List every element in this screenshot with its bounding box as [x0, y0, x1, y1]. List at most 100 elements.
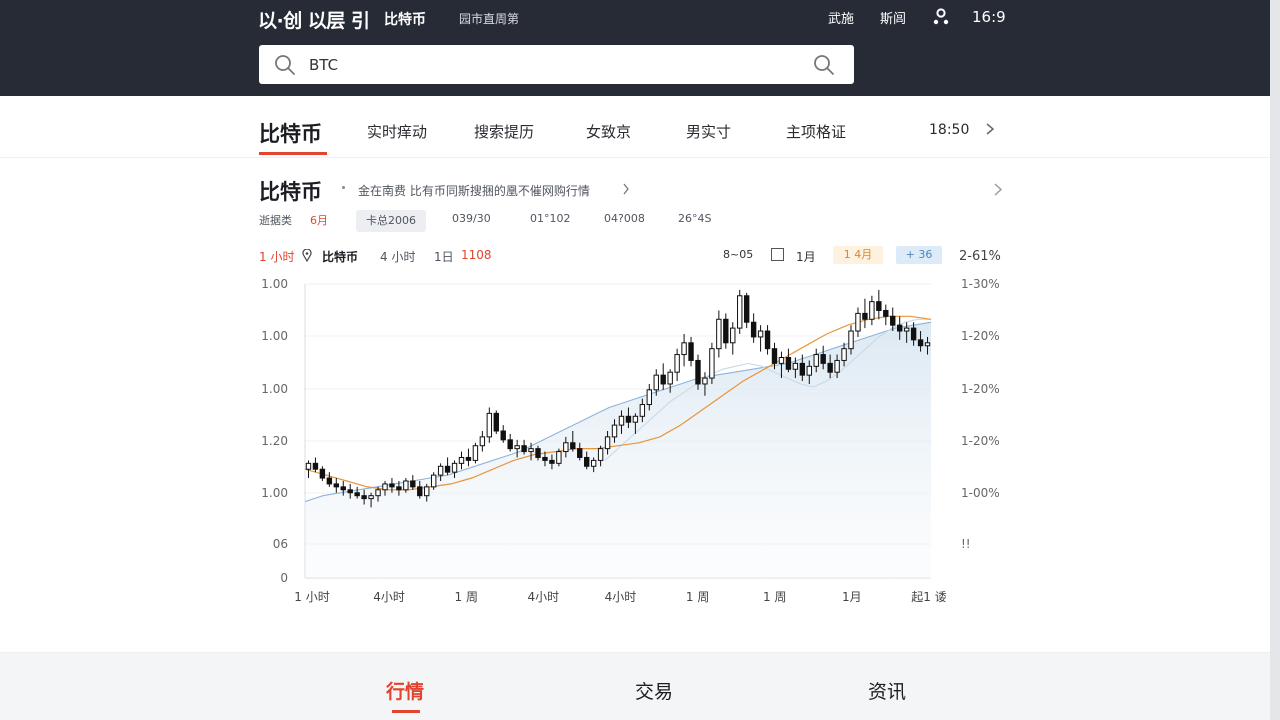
- candle-body: [340, 486, 346, 491]
- price-chart[interactable]: 1.00 1.00 1.00 1.20 1.00 06 0 1-30% 1-20% 1-20% 1-…: [0, 0, 1270, 650]
- bottom-nav-trade[interactable]: 交易: [635, 677, 673, 704]
- candle-body: [597, 448, 604, 461]
- candle-body: [841, 348, 847, 361]
- candle-body: [417, 486, 423, 497]
- candle-body: [778, 357, 785, 364]
- candle-body: [855, 312, 861, 332]
- y-tick-label-right: 1-20%: [961, 329, 1000, 343]
- y-tick-label-right: 1-20%: [961, 382, 1000, 396]
- candle-body: [716, 318, 722, 350]
- candle-body: [451, 462, 458, 473]
- candle-body: [897, 324, 903, 332]
- scrollbar[interactable]: [1270, 0, 1280, 720]
- candle-body: [743, 295, 750, 323]
- y-tick-label-right: !!: [961, 537, 971, 551]
- candle-body: [910, 327, 917, 341]
- candle-body: [862, 312, 868, 320]
- candle-body: [799, 362, 806, 376]
- candle-body: [646, 389, 652, 406]
- y-tick-label-right: 1-30%: [961, 277, 1000, 291]
- candle-body: [611, 424, 618, 438]
- candle-body: [507, 439, 513, 450]
- candle-body: [444, 465, 451, 473]
- y-tick-label-right: 1-20%: [961, 434, 1000, 448]
- candle-body: [577, 448, 583, 458]
- y-tick-label: 06: [273, 537, 288, 551]
- candle-body: [375, 489, 381, 497]
- x-tick-label: 4小时: [528, 590, 560, 604]
- candle-body: [674, 354, 680, 373]
- candle-body: [667, 371, 673, 385]
- candle-body: [333, 483, 340, 488]
- x-tick-label: 1 周: [455, 590, 478, 604]
- candle-body: [903, 327, 910, 332]
- candle-body: [618, 415, 625, 426]
- x-tick-label: 1 小时: [294, 590, 329, 604]
- candle-body: [521, 445, 527, 453]
- candle-body: [389, 483, 395, 488]
- y-tick-label: 1.20: [261, 434, 288, 448]
- candle-body: [702, 377, 708, 385]
- candle-body: [890, 315, 896, 326]
- x-tick-label: 1 周: [686, 590, 709, 604]
- candle-body: [688, 342, 694, 361]
- candle-body: [396, 486, 402, 491]
- candle-body: [792, 362, 799, 370]
- candle-body: [848, 330, 854, 350]
- candle-body: [354, 492, 360, 497]
- candle-body: [368, 495, 374, 500]
- candle-body: [319, 468, 326, 479]
- candle-body: [883, 309, 889, 317]
- candle-body: [653, 374, 659, 391]
- candle-body: [737, 295, 743, 329]
- candle-body: [535, 448, 541, 458]
- candle-body: [924, 342, 931, 347]
- candle-body: [458, 456, 465, 464]
- candle-body: [347, 489, 353, 494]
- candle-body: [472, 445, 479, 461]
- candle-body: [437, 465, 444, 476]
- x-tick-label: 4小时: [373, 590, 405, 604]
- y-tick-label: 1.00: [261, 486, 288, 500]
- bottom-nav-news[interactable]: 资讯: [868, 677, 906, 704]
- candle-body: [723, 318, 729, 344]
- candle-body: [403, 480, 409, 491]
- candle-body: [514, 445, 520, 450]
- y-tick-label: 1.00: [261, 277, 288, 291]
- candle-body: [542, 456, 548, 461]
- candle-body: [493, 412, 499, 432]
- candle-body: [834, 359, 840, 373]
- candle-body: [604, 436, 611, 450]
- candle-body: [785, 357, 792, 370]
- candle-body: [500, 430, 506, 441]
- candle-body: [486, 412, 493, 438]
- x-tick-label: 4小时: [605, 590, 637, 604]
- candle-body: [771, 348, 778, 364]
- candle-body: [757, 330, 764, 338]
- candle-body: [750, 321, 757, 338]
- candle-body: [410, 480, 416, 488]
- candle-body: [549, 459, 555, 464]
- candle-body: [695, 359, 701, 385]
- candle-body: [709, 348, 715, 379]
- candle-body: [869, 301, 875, 320]
- x-tick-label: 1 周: [763, 590, 786, 604]
- x-tick-label: 起1 诿: [911, 590, 946, 604]
- y-tick-label-right: 1-00%: [961, 486, 1000, 500]
- candle-body: [876, 301, 882, 311]
- candle-body: [590, 459, 597, 467]
- bottom-nav: 行情 交易 资讯: [0, 652, 1270, 720]
- candle-body: [556, 451, 562, 464]
- candle-body: [424, 486, 430, 497]
- candle-body: [820, 354, 826, 364]
- bottom-nav-active-indicator: [392, 710, 420, 713]
- candle-body: [382, 483, 388, 491]
- candle-body: [681, 342, 687, 356]
- candle-body: [764, 330, 771, 350]
- candle-body: [730, 327, 736, 344]
- x-tick-label: 1月: [842, 590, 862, 604]
- bottom-nav-market[interactable]: 行情: [386, 677, 424, 704]
- y-tick-label: 1.00: [261, 382, 288, 396]
- candle-body: [326, 477, 333, 485]
- y-tick-label: 1.00: [261, 329, 288, 343]
